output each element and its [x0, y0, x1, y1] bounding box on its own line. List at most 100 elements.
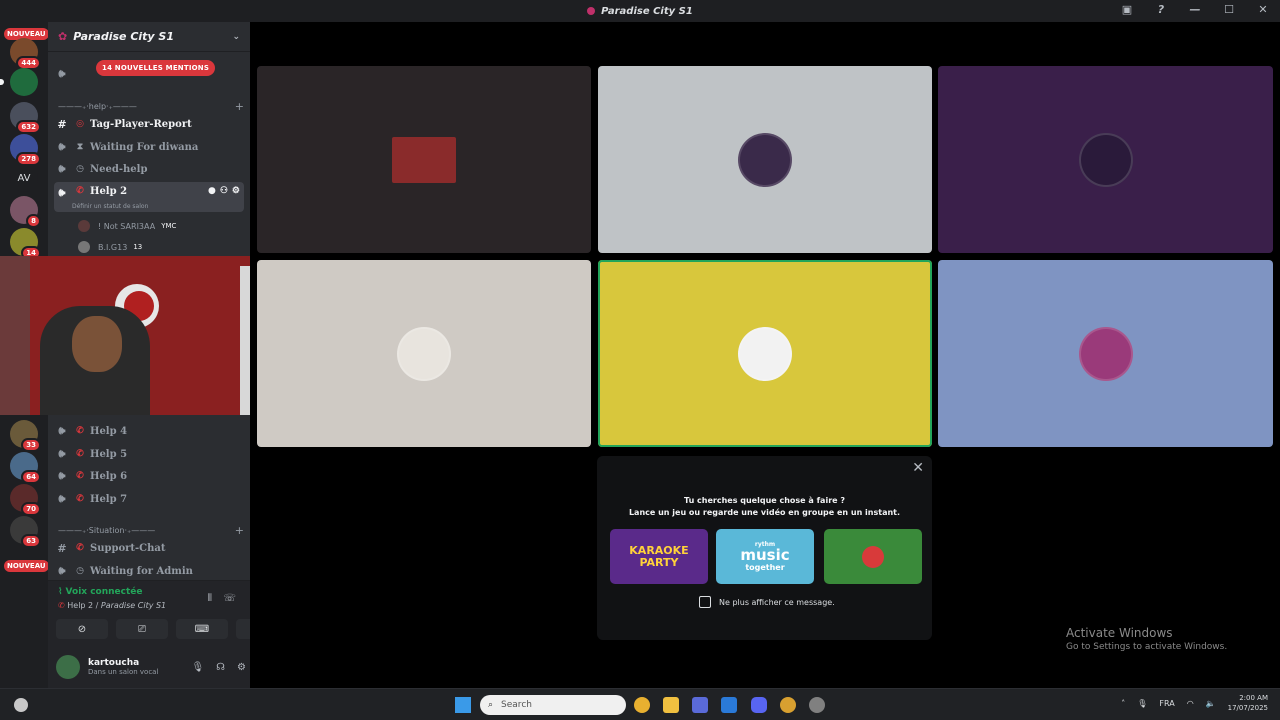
- file-explorer-icon[interactable]: [663, 697, 679, 713]
- server-icon[interactable]: 64: [10, 452, 41, 484]
- search-icon: ⌕: [488, 700, 494, 710]
- app-icon[interactable]: [809, 697, 825, 713]
- outlook-icon[interactable]: [721, 697, 737, 713]
- clock-time: 2:00 AM: [1239, 694, 1268, 702]
- activity-game[interactable]: [824, 529, 922, 584]
- participant-tile[interactable]: [257, 66, 591, 253]
- server-icon[interactable]: 70: [10, 484, 41, 516]
- channel-waiting-for-diwana[interactable]: 🕪 ⧗ Waiting For diwana: [54, 137, 244, 157]
- voice-channel-info[interactable]: ✆ Help 2 / Paradise City S1: [58, 601, 166, 610]
- camera-off-button[interactable]: ⊘: [56, 619, 108, 639]
- screen-share-button[interactable]: ⎚: [116, 619, 168, 639]
- close-icon[interactable]: ✕: [912, 460, 924, 476]
- new-mentions-pill[interactable]: 14 NOUVELLES MENTIONS: [96, 60, 216, 76]
- gear-icon[interactable]: ⚙: [237, 662, 246, 673]
- inbox-icon[interactable]: ▣: [1120, 3, 1134, 16]
- windows-start-icon[interactable]: [455, 697, 471, 713]
- microphone-icon[interactable]: 🎙: [1137, 699, 1147, 708]
- camera-off-icon: ⊘: [77, 623, 87, 635]
- dont-show-again[interactable]: Ne plus afficher ce message.: [699, 596, 835, 608]
- channel-support-chat[interactable]: # ✆ Support-Chat: [54, 538, 244, 558]
- microphone-icon[interactable]: 🎙: [191, 662, 204, 673]
- channel-help-5[interactable]: 🕪 ✆ Help 5: [54, 444, 244, 464]
- maximize-button[interactable]: ☐: [1222, 3, 1236, 16]
- server-icon[interactable]: 33: [10, 420, 41, 452]
- channel-label: Help 5: [90, 448, 128, 460]
- activity-heading: Tu cherches quelque chose à faire ?: [683, 496, 845, 505]
- channel-actions[interactable]: ●⚇⚙: [208, 186, 244, 196]
- watermark-subtitle: Go to Settings to activate Windows.: [1066, 642, 1228, 652]
- disconnect-icon[interactable]: ☏: [223, 593, 236, 604]
- activity-music-together[interactable]: rythm music together: [716, 529, 814, 584]
- channel-waiting-for-admin[interactable]: 🕪 ◷ Waiting for Admin: [54, 561, 244, 581]
- server-name: Paradise City S1: [73, 30, 175, 43]
- server-icon[interactable]: 63: [10, 516, 41, 548]
- server-icon[interactable]: 444: [10, 38, 41, 70]
- close-button[interactable]: ✕: [1256, 3, 1270, 16]
- add-channel-icon[interactable]: +: [235, 100, 244, 113]
- discord-icon[interactable]: [751, 697, 767, 713]
- checkbox[interactable]: [699, 596, 711, 608]
- server-header[interactable]: ✿ Paradise City S1 ⌄: [48, 22, 250, 52]
- channel-need-help[interactable]: 🕪 ◷ Need-help: [54, 159, 244, 179]
- new-badge: NOUVEAU: [4, 560, 49, 572]
- headphones-icon[interactable]: ☊: [216, 662, 225, 673]
- speaker-icon: 🕪: [58, 140, 66, 153]
- channel-help-4[interactable]: 🕪 ✆ Help 4: [54, 421, 244, 441]
- unread-count: 70: [21, 502, 41, 516]
- add-channel-icon[interactable]: +: [235, 524, 244, 537]
- server-icon[interactable]: 632: [10, 102, 41, 134]
- phone-icon: ✆: [76, 471, 84, 481]
- activity-button[interactable]: ⌨: [176, 619, 228, 639]
- user-panel[interactable]: kartoucha Dans un salon vocal 🎙 ☊ ⚙: [56, 651, 246, 683]
- chrome-beta-icon[interactable]: [780, 697, 796, 713]
- hourglass-icon: ⧗: [76, 142, 84, 152]
- server-icon[interactable]: 278: [10, 134, 41, 166]
- help-icon[interactable]: ?: [1154, 3, 1168, 16]
- target-icon: ◎: [76, 119, 84, 129]
- server-icon[interactable]: 14: [10, 228, 41, 260]
- category-help[interactable]: ———₊‧help‧₊——— +: [58, 100, 244, 113]
- voice-member[interactable]: ! Not SARI3AA YMC: [78, 220, 176, 232]
- voice-status-text: Voix connectée: [65, 587, 143, 597]
- participant-avatar: [397, 326, 451, 381]
- clock[interactable]: 2:00 AM 17/07/2025: [1228, 693, 1268, 713]
- minimize-button[interactable]: —: [1188, 3, 1202, 16]
- unread-count: 632: [16, 120, 41, 134]
- participant-tile[interactable]: [938, 260, 1273, 447]
- activity-title: music: [740, 546, 790, 564]
- chevron-up-icon[interactable]: ˄: [1121, 699, 1125, 708]
- participant-tile[interactable]: [598, 66, 932, 253]
- noise-suppression-icon[interactable]: ⦀: [208, 593, 212, 604]
- channel-tag-player-report[interactable]: # ◎ Tag-Player-Report: [54, 114, 244, 134]
- unread-count: 8: [26, 214, 41, 228]
- widgets-icon[interactable]: [14, 698, 28, 712]
- server-icon[interactable]: [0, 68, 38, 96]
- participant-tile-speaking[interactable]: [598, 260, 932, 447]
- category-situation[interactable]: ———₊‧Situation‧₊——— +: [58, 524, 244, 537]
- server-icon[interactable]: AV: [10, 164, 38, 192]
- channel-help-7[interactable]: 🕪 ✆ Help 7: [54, 489, 244, 509]
- avatar: [78, 220, 90, 232]
- chrome-icon[interactable]: [634, 697, 650, 713]
- avatar: [78, 241, 90, 253]
- store-icon[interactable]: [692, 697, 708, 713]
- participant-tile[interactable]: [257, 260, 591, 447]
- activity-subtitle: together: [745, 563, 785, 572]
- channel-help-2[interactable]: 🕪 ✆ Help 2 ●⚇⚙ Définir un statut de salo…: [54, 182, 244, 212]
- wifi-icon[interactable]: ◠: [1187, 699, 1194, 708]
- voice-member[interactable]: B.I.G13 13: [78, 241, 142, 253]
- volume-icon[interactable]: 🔈: [1206, 699, 1216, 708]
- speaker-icon: 🕪: [58, 492, 66, 505]
- voice-status[interactable]: ⌇ Voix connectée: [58, 587, 143, 597]
- channel-help-6[interactable]: 🕪 ✆ Help 6: [54, 466, 244, 486]
- taskbar-search[interactable]: ⌕ Search: [480, 695, 626, 715]
- activity-karaoke-party[interactable]: KARAOKE PARTY: [610, 529, 708, 584]
- speaker-icon: 🕪: [58, 67, 66, 80]
- voice-channel-name: Help 2: [67, 601, 94, 610]
- language-indicator[interactable]: FRA: [1159, 699, 1174, 708]
- participant-tile[interactable]: [938, 66, 1273, 253]
- channel-status[interactable]: Définir un statut de salon: [54, 203, 244, 210]
- server-icon[interactable]: 8: [10, 196, 41, 228]
- channel-label: Waiting for Admin: [90, 565, 193, 577]
